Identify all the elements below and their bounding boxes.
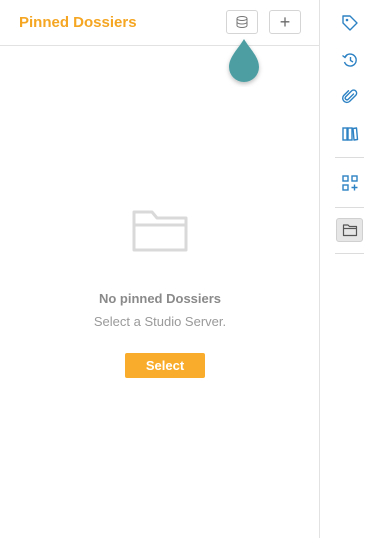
select-server-button[interactable]: Select bbox=[125, 353, 205, 378]
history-icon bbox=[342, 53, 357, 67]
empty-folder-icon bbox=[132, 210, 188, 252]
panel-title: Pinned Dossiers bbox=[19, 14, 137, 31]
toolbar-separator bbox=[335, 207, 364, 208]
empty-state-subtitle: Select a Studio Server. bbox=[93, 314, 227, 329]
toolbar-attachments[interactable] bbox=[339, 86, 361, 108]
studio-server-button[interactable] bbox=[226, 10, 258, 34]
add-widget-icon bbox=[342, 175, 358, 191]
right-toolbar bbox=[321, 0, 378, 538]
paperclip-icon bbox=[342, 89, 358, 104]
plus-icon: + bbox=[279, 12, 291, 32]
book-icon bbox=[342, 127, 359, 141]
pinned-dossiers-panel: Pinned Dossiers + No pinned Dossiers Sel… bbox=[0, 0, 320, 538]
toolbar-library[interactable] bbox=[339, 123, 361, 145]
toolbar-add-widget[interactable] bbox=[339, 172, 361, 194]
toolbar-history[interactable] bbox=[339, 49, 361, 71]
database-icon bbox=[236, 16, 248, 28]
empty-state-title: No pinned Dossiers bbox=[98, 291, 222, 306]
panel-header: Pinned Dossiers + bbox=[0, 0, 320, 46]
folder-icon bbox=[342, 224, 357, 237]
add-dossier-button[interactable]: + bbox=[269, 10, 301, 34]
toolbar-tag[interactable] bbox=[339, 12, 361, 34]
toolbar-separator bbox=[335, 253, 364, 254]
toolbar-pinned-dossiers[interactable] bbox=[336, 218, 363, 242]
toolbar-separator bbox=[335, 157, 364, 158]
tag-icon bbox=[342, 15, 358, 31]
app-root: Pinned Dossiers + No pinned Dossiers Sel… bbox=[0, 0, 378, 538]
drop-marker-icon bbox=[229, 39, 259, 82]
